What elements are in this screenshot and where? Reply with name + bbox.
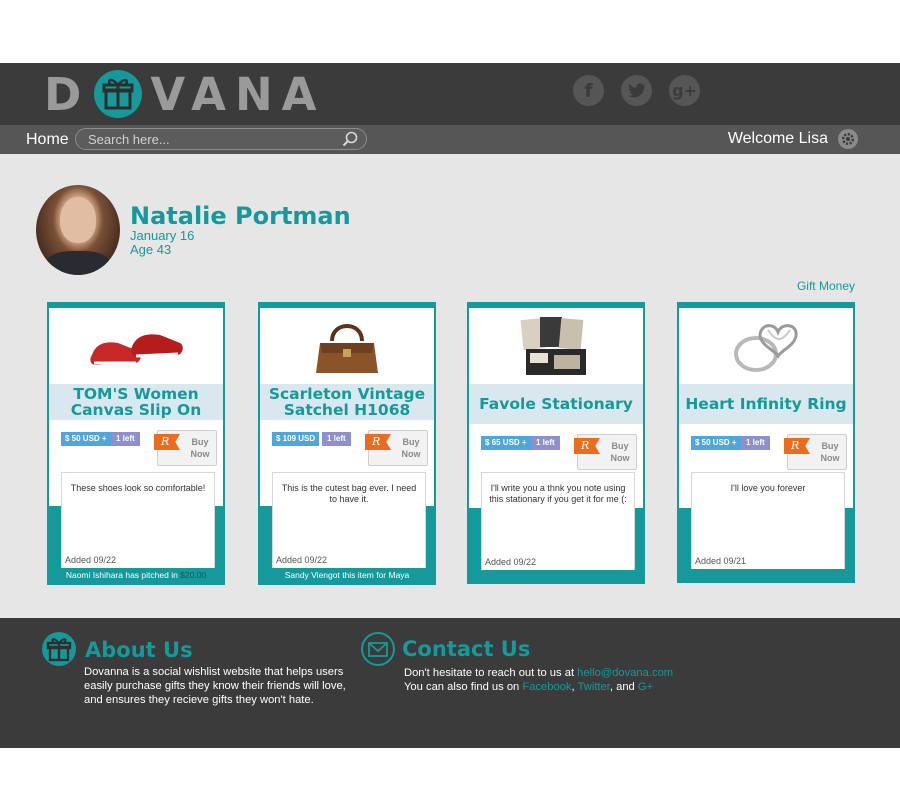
about-title: About Us [85, 638, 193, 662]
logo-letters-vana: VANA [150, 67, 326, 121]
email-link[interactable]: hello@dovana.com [577, 667, 673, 679]
ribbon-icon: R [784, 438, 810, 454]
product-title[interactable]: TOM'S Women Canvas Slip On [49, 384, 223, 420]
gift-icon [94, 70, 143, 118]
product-title[interactable]: Scarleton Vintage Satchel H1068 [260, 384, 434, 420]
avatar-face [60, 197, 96, 243]
contact-text: Don't hesitate to reach out to us at hel… [404, 667, 674, 693]
gear-icon[interactable] [838, 129, 858, 149]
buy-now-label: Buy Now [610, 441, 630, 463]
contribution-amount: $20.00 [180, 570, 207, 580]
product-image-ring[interactable] [679, 308, 853, 384]
buy-now-button[interactable]: R Buy Now [365, 430, 428, 466]
product-title[interactable]: Heart Infinity Ring [679, 384, 853, 424]
ribbon-icon: R [365, 434, 391, 450]
note-text: I'll write you a thnk you note using thi… [489, 483, 627, 504]
search-input[interactable] [88, 131, 328, 147]
buy-now-button[interactable]: R Buy Now [574, 434, 637, 470]
note-box: I'll love you forever Added 09/21 [691, 472, 845, 569]
gift-money-link[interactable]: Gift Money [797, 279, 855, 293]
contribution-text: Sandy Viengot this item for Maya [284, 570, 410, 580]
ribbon-icon: R [574, 438, 600, 454]
added-date: Added 09/22 [65, 555, 117, 565]
note-box: These shoes look so comfortable! Added 0… [61, 472, 215, 568]
price-badge: $ 50 USD + [691, 436, 741, 450]
profile-name: Natalie Portman [130, 202, 351, 230]
gift-icon [42, 632, 76, 666]
envelope-icon [361, 632, 395, 666]
price-badge: $ 109 USD [272, 432, 320, 446]
wishlist-card: Heart Infinity Ring $ 50 USD + 1 left R … [677, 302, 855, 583]
avatar-shirt [46, 251, 110, 275]
stock-badge: 1 left [322, 432, 351, 446]
welcome-user: Welcome Lisa [727, 130, 828, 147]
note-text: I'll love you forever [730, 483, 806, 493]
avatar [36, 185, 120, 275]
wishlist-card: Scarleton Vintage Satchel H1068 $ 109 US… [258, 302, 436, 585]
price-badge: $ 50 USD + [61, 432, 111, 446]
added-date: Added 09/22 [485, 557, 537, 567]
site-footer: About Us Dovanna is a social wishlist we… [0, 618, 900, 748]
note-box: This is the cutest bag ever. I need to h… [272, 472, 426, 568]
site-header: D VANA f g+ [0, 63, 900, 125]
main-content: Natalie Portman January 16 Age 43 Gift M… [0, 154, 900, 618]
facebook-link[interactable]: Facebook [522, 681, 571, 693]
contribution-text: Naomi Ishihara has pitched in [65, 570, 181, 580]
buy-now-label: Buy Now [190, 437, 210, 459]
card-footer: Sandy Viengot this item for Maya [258, 568, 436, 582]
product-image-stationary[interactable] [469, 308, 643, 384]
google-plus-icon[interactable]: g+ [669, 75, 700, 106]
buy-now-button[interactable]: R Buy Now [784, 434, 847, 470]
social-links: f g+ [573, 75, 700, 106]
product-image-satchel[interactable] [260, 308, 434, 384]
wishlist-card: TOM'S Women Canvas Slip On $ 50 USD + 1 … [47, 302, 225, 585]
nav-bar: Home Welcome Lisa [0, 125, 900, 154]
search-box[interactable] [75, 128, 367, 150]
ribbon-icon: R [154, 434, 180, 450]
profile-birthday: January 16 [130, 228, 195, 243]
stock-badge: 1 left [111, 432, 140, 446]
product-title[interactable]: Favole Stationary [469, 384, 643, 424]
buy-now-label: Buy Now [820, 441, 840, 463]
wishlist-card: Favole Stationary $ 65 USD + 1 left R Bu… [467, 302, 645, 584]
twitter-link[interactable]: Twitter [578, 681, 610, 693]
twitter-icon[interactable] [621, 75, 652, 106]
home-link[interactable]: Home [26, 131, 69, 149]
contact-title: Contact Us [402, 637, 531, 661]
note-box: I'll write you a thnk you note using thi… [481, 472, 635, 570]
stock-badge: 1 left [741, 436, 770, 450]
buy-now-button[interactable]: R Buy Now [154, 430, 217, 466]
google-plus-link[interactable]: G+ [638, 681, 653, 693]
dovana-logo[interactable]: D VANA [44, 67, 326, 121]
profile-age: Age 43 [130, 242, 172, 257]
stock-badge: 1 left [531, 436, 560, 450]
buy-now-label: Buy Now [401, 437, 421, 459]
added-date: Added 09/22 [276, 555, 328, 565]
added-date: Added 09/21 [695, 556, 747, 566]
logo-letter-d: D [44, 67, 91, 121]
note-text: This is the cutest bag ever. I need to h… [281, 483, 417, 504]
note-text: These shoes look so comfortable! [70, 483, 206, 493]
product-image-shoes[interactable] [49, 308, 223, 384]
search-icon[interactable] [342, 131, 358, 152]
card-footer: Naomi Ishihara has pitched in $20.00 [47, 568, 225, 582]
facebook-icon[interactable]: f [573, 75, 604, 106]
about-text: Dovanna is a social wishlist website tha… [84, 666, 346, 706]
price-badge: $ 65 USD + [481, 436, 531, 450]
